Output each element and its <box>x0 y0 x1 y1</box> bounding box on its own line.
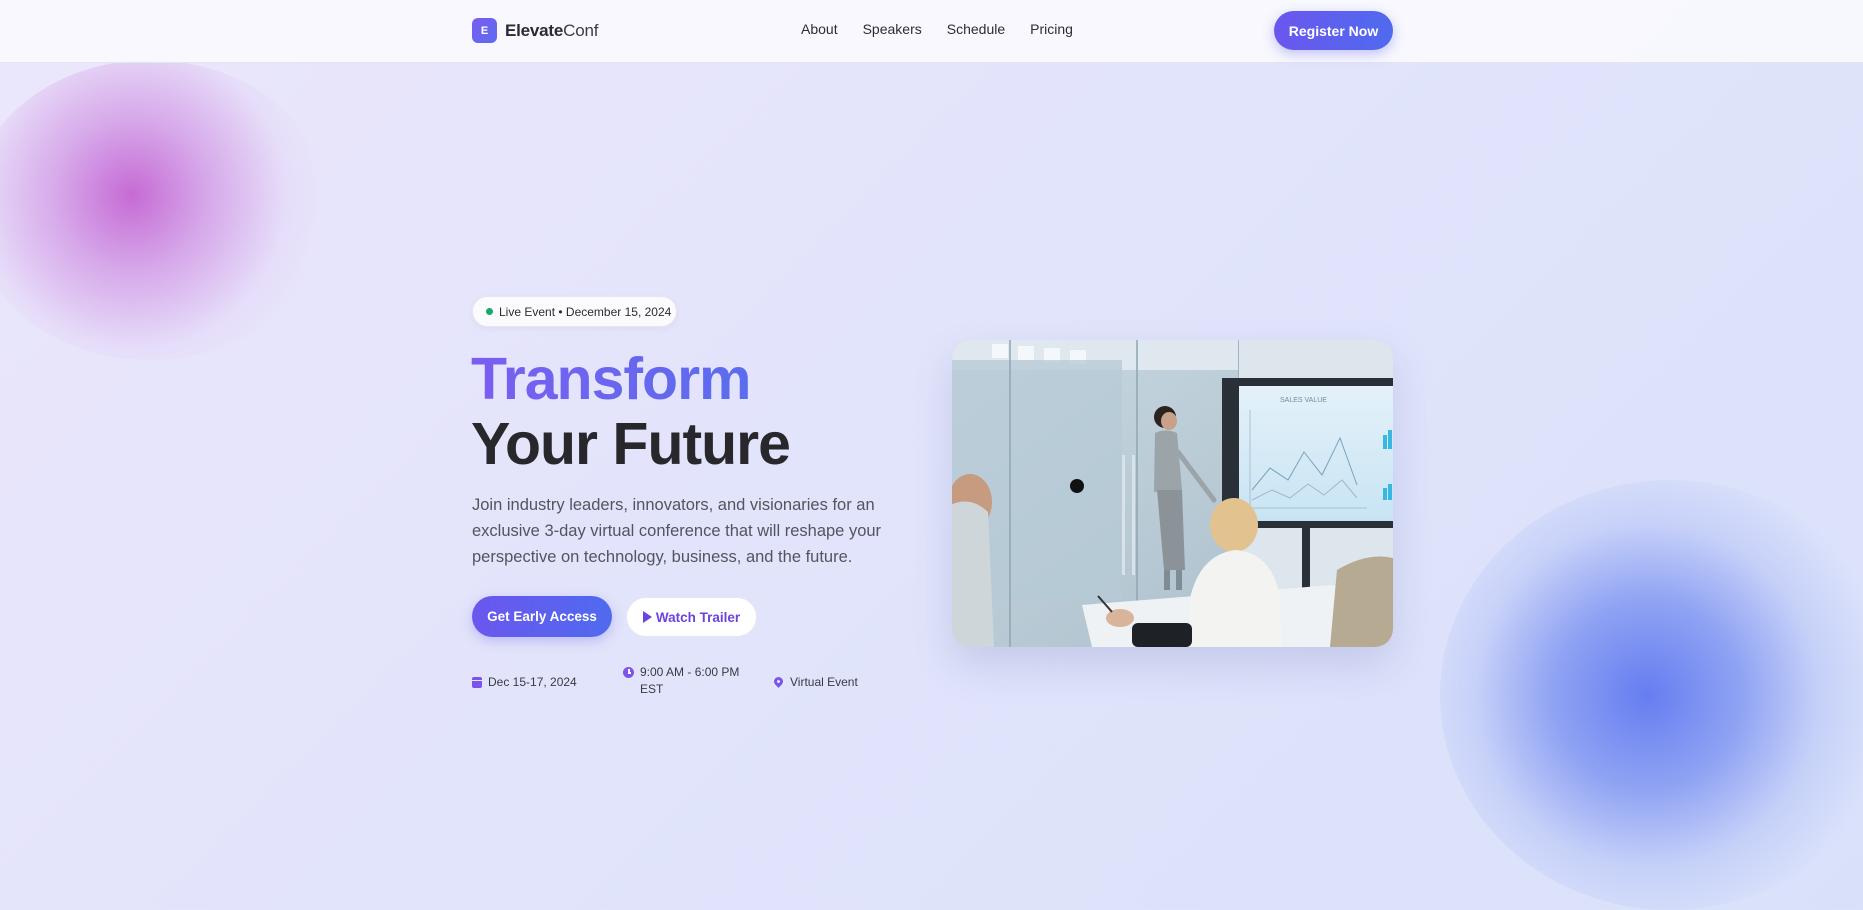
nav-link-about[interactable]: About <box>801 21 838 37</box>
decorative-blue-blob <box>1440 480 1863 910</box>
brand-logo[interactable]: E ElevateConf <box>472 18 598 43</box>
live-event-text: Live Event • December 15, 2024 <box>499 304 672 319</box>
conference-photo: SALES VALUE <box>952 340 1393 647</box>
headline-dark-line: Your Future <box>471 411 791 477</box>
main-nav: About Speakers Schedule Pricing <box>801 21 1098 37</box>
live-event-badge: Live Event • December 15, 2024 <box>472 296 677 327</box>
calendar-icon <box>472 677 482 688</box>
get-early-access-button[interactable]: Get Early Access <box>472 596 612 637</box>
event-location: Virtual Event <box>772 674 858 691</box>
meeting-illustration: SALES VALUE <box>952 340 1393 647</box>
nav-link-pricing[interactable]: Pricing <box>1030 21 1073 37</box>
brand-name-light: Conf <box>563 20 599 40</box>
nav-link-speakers[interactable]: Speakers <box>863 21 922 37</box>
brand-mark-icon: E <box>472 18 497 43</box>
clock-icon <box>623 667 634 678</box>
nav-link-schedule[interactable]: Schedule <box>947 21 1005 37</box>
brand-name-bold: Elevate <box>505 20 564 40</box>
play-icon <box>642 611 652 623</box>
watch-trailer-label: Watch Trailer <box>655 609 741 625</box>
event-date: Dec 15-17, 2024 <box>472 674 577 691</box>
event-time-text: 9:00 AM - 6:00 PM EST <box>640 665 740 696</box>
location-pin-icon <box>772 675 785 688</box>
event-date-text: Dec 15-17, 2024 <box>488 675 577 689</box>
event-time: 9:00 AM - 6:00 PM EST <box>623 664 750 698</box>
live-status-dot <box>486 308 493 315</box>
watch-trailer-button[interactable]: Watch Trailer <box>626 597 757 637</box>
hero-headline: Transform Your Future <box>471 346 791 477</box>
headline-gradient-line: Transform <box>471 346 752 412</box>
event-location-text: Virtual Event <box>790 675 858 689</box>
hero-description: Join industry leaders, innovators, and v… <box>472 496 882 566</box>
site-header: E ElevateConf About Speakers Schedule Pr… <box>0 0 1863 63</box>
register-now-button[interactable]: Register Now <box>1274 11 1393 50</box>
screen-chart-label: SALES VALUE <box>1280 397 1327 404</box>
decorative-purple-blob <box>0 60 330 360</box>
brand-name: ElevateConf <box>505 21 598 41</box>
